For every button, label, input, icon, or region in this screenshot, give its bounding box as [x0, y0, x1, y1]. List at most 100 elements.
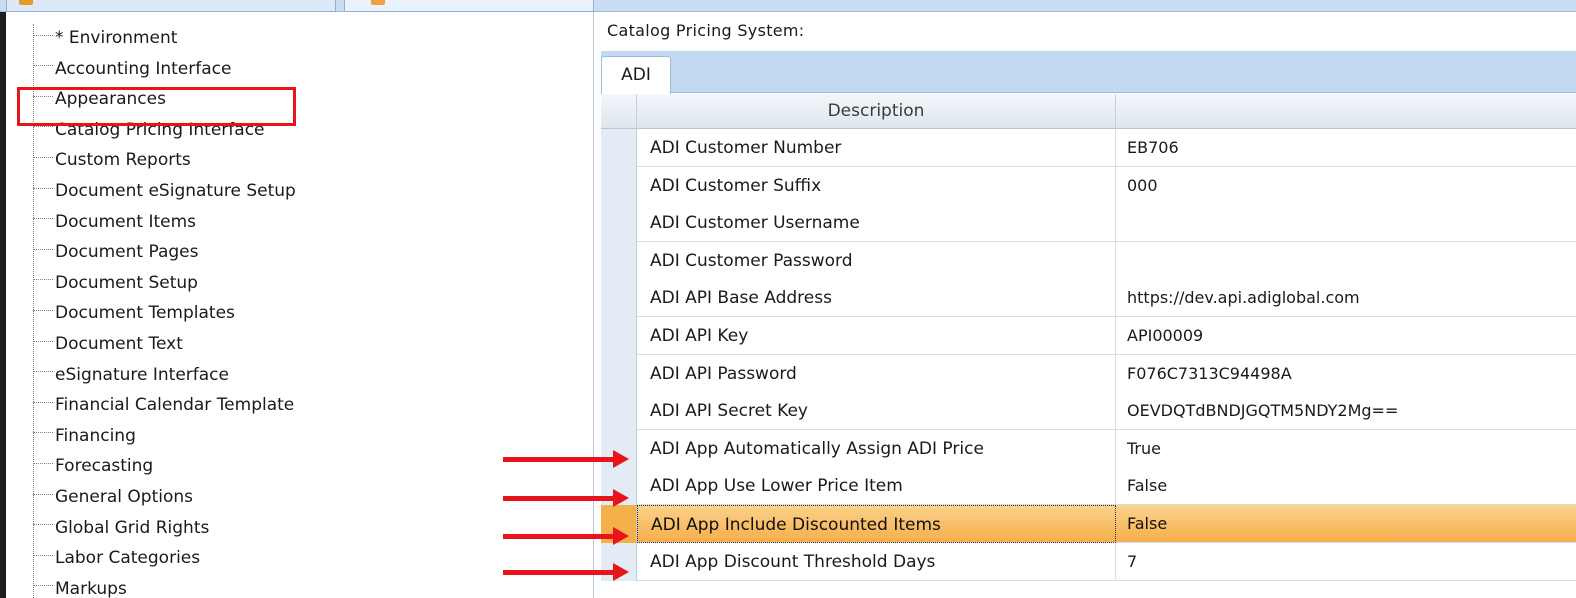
tree-item-label: Global Grid Rights: [55, 517, 210, 538]
tree-connector: [33, 156, 53, 158]
table-row[interactable]: ADI Customer Suffix 000: [601, 166, 1576, 205]
row-selector[interactable]: [601, 129, 637, 167]
tree-connector: [33, 462, 53, 464]
row-selector[interactable]: [601, 317, 637, 355]
table-row[interactable]: ADI API Password F076C7313C94498A: [601, 354, 1576, 393]
tree-item-label: General Options: [55, 487, 193, 507]
table-row[interactable]: ADI API Secret Key OEVDQTdBNDJGQTM5NDY2Mg…: [601, 392, 1576, 431]
tree-item[interactable]: Document Pages: [33, 237, 199, 267]
row-selector[interactable]: [601, 354, 637, 393]
tree-connector: [33, 401, 53, 403]
tree-item[interactable]: Custom Reports: [33, 145, 191, 175]
row-value-cell[interactable]: [1116, 204, 1576, 242]
tree-connector: [33, 126, 53, 128]
tree-item[interactable]: Global Grid Rights: [33, 513, 209, 543]
tree-item[interactable]: Markups: [33, 574, 127, 598]
annotation-arrow: [503, 450, 629, 468]
tree-item[interactable]: Document Templates: [33, 298, 235, 328]
row-value-cell[interactable]: EB706: [1116, 129, 1576, 167]
row-value-cell[interactable]: True: [1116, 430, 1576, 468]
tree-connector: [33, 34, 53, 36]
tree-item-label: Document Templates: [55, 303, 235, 324]
row-description: ADI API Password: [637, 354, 1116, 393]
table-row[interactable]: ADI Customer Password: [601, 241, 1576, 280]
row-description: ADI Customer Suffix: [637, 166, 1116, 205]
tree-item-label: Document Setup: [55, 272, 198, 293]
tree-item-label: Custom Reports: [55, 150, 191, 171]
tree-item[interactable]: * Environment: [33, 23, 177, 53]
tree-connector: [33, 218, 53, 220]
column-header-value[interactable]: [1116, 94, 1576, 129]
row-description: ADI Customer Number: [637, 129, 1116, 167]
tree-item[interactable]: eSignature Interface: [33, 360, 229, 390]
row-description: ADI API Base Address: [637, 279, 1116, 318]
tree-connector: [33, 65, 53, 67]
tree-item-label: Document Items: [55, 211, 197, 232]
tree-connector: [33, 493, 53, 495]
tree-item-label: eSignature Interface: [55, 364, 229, 385]
tree-item[interactable]: Document Text: [33, 329, 183, 359]
row-description: ADI Customer Username: [637, 204, 1116, 243]
tree-item[interactable]: General Options: [33, 482, 193, 512]
table-row[interactable]: ADI Customer Username: [601, 204, 1576, 243]
tree-item[interactable]: Financing: [33, 421, 136, 451]
tree-item-label: Financing: [55, 425, 136, 446]
tree-item-label: Labor Categories: [55, 548, 201, 569]
tree-item-label: Financial Calendar Template: [55, 395, 295, 416]
grid-header: Description: [601, 94, 1576, 129]
row-selector[interactable]: [601, 166, 637, 205]
row-value-cell[interactable]: False: [1116, 505, 1576, 543]
tree-connector: [33, 248, 53, 250]
annotation-arrow: [503, 489, 629, 507]
row-description: ADI Customer Password: [637, 241, 1116, 280]
row-selector[interactable]: [601, 392, 637, 431]
row-selector[interactable]: [601, 204, 637, 243]
row-selector[interactable]: [601, 241, 637, 280]
tree-item[interactable]: Financial Calendar Template: [33, 390, 294, 420]
tree-item[interactable]: Labor Categories: [33, 543, 200, 573]
tree-item-label: Markups: [55, 578, 127, 598]
table-row[interactable]: ADI App Automatically Assign ADI Price Tr…: [601, 429, 1576, 468]
row-value-cell[interactable]: 000: [1116, 167, 1576, 205]
annotation-highlight-box: [17, 87, 296, 126]
tree-connector: [33, 371, 53, 373]
tree-connector: [33, 554, 53, 556]
row-value-cell[interactable]: F076C7313C94498A: [1116, 355, 1576, 393]
tree-item[interactable]: Document Items: [33, 207, 196, 237]
table-row[interactable]: ADI App Discount Threshold Days 7: [601, 542, 1576, 581]
tree-item-label: Document Pages: [55, 242, 199, 263]
row-selector-header: [601, 94, 637, 129]
tree-item-label: Document Text: [55, 334, 183, 354]
row-value-cell[interactable]: API00009: [1116, 317, 1576, 355]
tree-item[interactable]: Document eSignature Setup: [33, 176, 296, 206]
tree-item-label: Forecasting: [55, 456, 154, 477]
table-row[interactable]: ADI App Include Discounted Items False: [601, 505, 1576, 543]
annotation-arrow: [503, 563, 629, 581]
row-description: ADI API Secret Key: [637, 392, 1116, 431]
row-selector[interactable]: [601, 279, 637, 318]
panel-title: Catalog Pricing System:: [607, 21, 805, 40]
tree-item[interactable]: Forecasting: [33, 451, 153, 481]
tab-band: [601, 51, 1576, 93]
tree-connector: [33, 340, 53, 342]
row-value-cell[interactable]: False: [1116, 467, 1576, 505]
row-value-cell[interactable]: [1116, 242, 1576, 280]
dashboard-icon: [19, 0, 33, 5]
table-row[interactable]: ADI App Use Lower Price Item False: [601, 467, 1576, 506]
tree-item[interactable]: Accounting Interface: [33, 54, 231, 84]
tree-item[interactable]: Document Setup: [33, 268, 198, 298]
row-value-cell[interactable]: 7: [1116, 543, 1576, 581]
table-row[interactable]: ADI API Key API00009: [601, 317, 1576, 355]
tab-dashboard[interactable]: [6, 0, 336, 12]
tree-item-label: * Environment: [55, 28, 178, 48]
tree-connector: [33, 524, 53, 526]
column-header-description[interactable]: Description: [637, 94, 1116, 129]
row-value-cell[interactable]: https://dev.api.adiglobal.com: [1116, 279, 1576, 317]
tree-connector: [33, 279, 53, 281]
table-row[interactable]: ADI API Base Address https://dev.api.adig…: [601, 279, 1576, 318]
tab-adi[interactable]: ADI: [601, 56, 671, 94]
row-value-cell[interactable]: OEVDQTdBNDJGQTM5NDY2Mg==: [1116, 392, 1576, 430]
tab-program-options[interactable]: [344, 0, 594, 12]
table-row[interactable]: ADI Customer Number EB706: [601, 129, 1576, 167]
document-tab-strip: [0, 0, 1576, 12]
